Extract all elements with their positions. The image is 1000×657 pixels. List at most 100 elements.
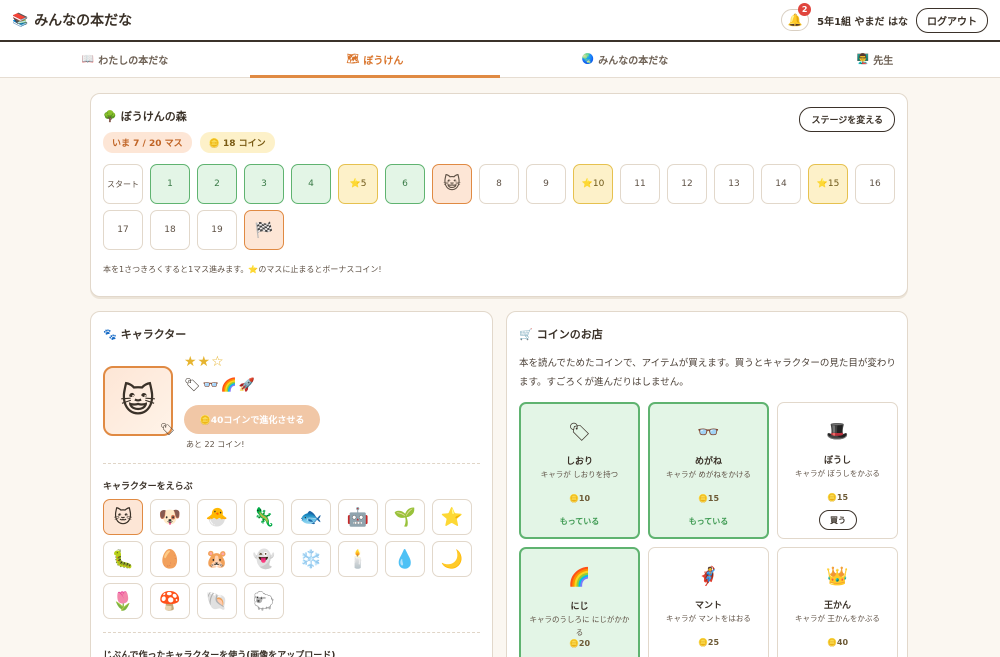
coin-icon: 🪙 (208, 139, 220, 149)
character-choice[interactable]: 🐑 (244, 583, 284, 619)
character-choice[interactable]: 🍄 (150, 583, 190, 619)
tab-everyone-shelf[interactable]: 🌏 みんなの本だな (500, 42, 750, 77)
tab-teacher[interactable]: 👨‍🏫 先生 (750, 42, 1000, 77)
item-description: キャラが マントをはおる (666, 614, 751, 623)
item-name: マント (694, 601, 722, 611)
item-icon: 🏷 (568, 422, 591, 443)
character-choice[interactable]: ❄️ (291, 541, 331, 577)
character-choice[interactable]: 🐚 (197, 583, 237, 619)
tab-my-shelf[interactable]: 📖 わたしの本だな (0, 42, 250, 77)
shop-item: 👓 めがねキャラが めがねをかける 🪙15 もっている (648, 402, 769, 539)
logout-button[interactable]: ログアウト (916, 7, 988, 33)
shop-description: 本を読んでためたコインで、アイテムが買えます。買うとキャラクターの見た目が変わり… (519, 358, 896, 388)
equipped-items: 🏷👓🌈🚀 (184, 378, 258, 393)
notifications-button[interactable]: 🔔 2 (781, 3, 812, 31)
item-icon: 👓 (697, 422, 720, 443)
character-title-text: キャラクター (120, 328, 187, 341)
character-choice[interactable]: 🥚 (150, 541, 190, 577)
star-rating: ★★☆ (184, 354, 225, 370)
character-choice[interactable]: 🐟 (291, 499, 331, 535)
cart-icon: 🛒 (519, 327, 533, 341)
board-cell: 8 (479, 164, 519, 204)
character-choice[interactable]: 🐣 (197, 499, 237, 535)
shop-item: 🏷 しおり キャラが しおりを持つ 🪙10 もっている (519, 402, 640, 539)
item-icon: 🌈 (568, 567, 591, 588)
item-price: 🪙20 (568, 639, 591, 648)
character-choice[interactable]: 🐹 (197, 541, 237, 577)
character-choice[interactable]: 🐱 (103, 499, 143, 535)
item-icon: 👑 (826, 566, 849, 587)
header-actions: 🔔 2 5年1組 やまだ はな ログアウト (781, 3, 988, 33)
board-cell: 13 (714, 164, 754, 204)
shop-item: 🌈 にじキャラのうしろに にじがかかる 🪙20 (519, 547, 640, 657)
item-description: キャラのうしろに にじがかかる (529, 615, 630, 637)
tab-label: ぼうけん (363, 56, 404, 67)
board-cell: 3 (244, 164, 284, 204)
user-name: 5年1組 やまだ はな (817, 16, 908, 28)
divider (103, 632, 480, 633)
character-choice[interactable]: 👻 (244, 541, 284, 577)
item-name: めがね (694, 457, 722, 467)
board-cell-start: スタート (103, 164, 143, 204)
character-choice[interactable]: 🕯️ (338, 541, 378, 577)
globe-icon: 🌏 (581, 54, 595, 65)
character-choice[interactable]: 🐛 (103, 541, 143, 577)
coin-badge: 🪙 18 コイン (199, 132, 275, 153)
tab-label: みんなの本だな (598, 56, 669, 67)
coin-shop-card: 🛒 コインのお店 本を読んでためたコインで、アイテムが買えます。買うとキャラクタ… (506, 311, 908, 657)
choose-character-label: キャラクターをえらぶ (103, 482, 193, 492)
notification-badge: 2 (798, 3, 812, 16)
tree-icon: 🌳 (103, 109, 117, 123)
change-stage-button[interactable]: ステージを変える (799, 107, 895, 132)
owned-label: もっている (559, 517, 600, 526)
shop-item: 🦸 マントキャラが マントをはおる 🪙25 (648, 547, 769, 657)
board-cell: ⭐5 (338, 164, 378, 204)
character-choice[interactable]: 🌱 (385, 499, 425, 535)
item-price: 🪙25 (697, 638, 720, 647)
status-pills: いま 7 / 20 マス 🪙 18 コイン (103, 132, 275, 153)
coin-count: 18 コイン (222, 139, 266, 149)
character-choice[interactable]: 💧 (385, 541, 425, 577)
item-name: しおり (565, 457, 593, 467)
tab-adventure[interactable]: 🗺 ぼうけん (250, 42, 500, 78)
item-description: キャラが 王かんをかぶる (795, 614, 880, 623)
item-price: 🪙10 (568, 494, 591, 503)
divider (103, 463, 480, 464)
book-icon: 📖 (81, 54, 95, 65)
buy-button[interactable]: 買う (819, 510, 857, 530)
board: スタート 1 2 3 4 ⭐5 6 😺 8 9 ⭐10 11 12 13 14 ⭐15 16 17 18 19 🏁 (103, 164, 903, 250)
tab-label: わたしの本だな (98, 56, 169, 67)
character-choice[interactable]: 🌙 (432, 541, 472, 577)
item-icon: 🦸 (697, 566, 720, 587)
item-name: にじ (570, 602, 589, 612)
character-choice[interactable]: ⭐ (432, 499, 472, 535)
item-price: 🪙40 (826, 638, 849, 647)
paw-icon: 🐾 (103, 327, 117, 341)
books-icon: 📚 (12, 12, 29, 28)
shop-item: 🎩 ぼうし キャラが ぼうしをかぶる 🪙15 買う (777, 402, 898, 539)
owned-label: もっている (688, 517, 729, 526)
board-cell: 1 (150, 164, 190, 204)
character-choice[interactable]: 🤖 (338, 499, 378, 535)
board-cell-current: 😺 (432, 164, 472, 204)
board-cell: 12 (667, 164, 707, 204)
board-cell: 2 (197, 164, 237, 204)
board-cell: 14 (761, 164, 801, 204)
shop-items: 🏷 しおり キャラが しおりを持つ 🪙10 もっている 👓 めがね キャラが めがねをかける 🪙… (519, 402, 899, 657)
teacher-icon: 👨‍🏫 (856, 54, 870, 65)
item-price: 🪙15 (826, 493, 849, 502)
character-choice[interactable]: 🦎 (244, 499, 284, 535)
character-choice[interactable]: 🌷 (103, 583, 143, 619)
adventure-title-text: ぼうけんの森 (120, 110, 187, 123)
character-choice[interactable]: 🐶 (150, 499, 190, 535)
adventure-card: 🌳 ぼうけんの森 ステージを変える いま 7 / 20 マス 🪙 18 コイン … (90, 93, 908, 297)
board-cell: 19 (197, 210, 237, 250)
evolve-button[interactable]: 🪙40コインで進化させる (184, 405, 320, 434)
item-description: キャラが ぼうしをかぶる (795, 469, 880, 478)
cat-face-icon: 😺 (120, 381, 156, 421)
shop-title-text: コインのお店 (536, 328, 603, 341)
item-price: 🪙15 (697, 494, 720, 503)
character-choices: 🐱 🐶 🐣 🦎 🐟 🤖 🌱 ⭐ 🐛 🥚 🐹 👻 ❄️ 🕯️ 💧 🌙 🌷 🍄 🐚 🐑 (103, 499, 493, 619)
item-description: キャラが めがねをかける (666, 470, 751, 479)
bookmark-icon: 🏷 (159, 422, 175, 436)
